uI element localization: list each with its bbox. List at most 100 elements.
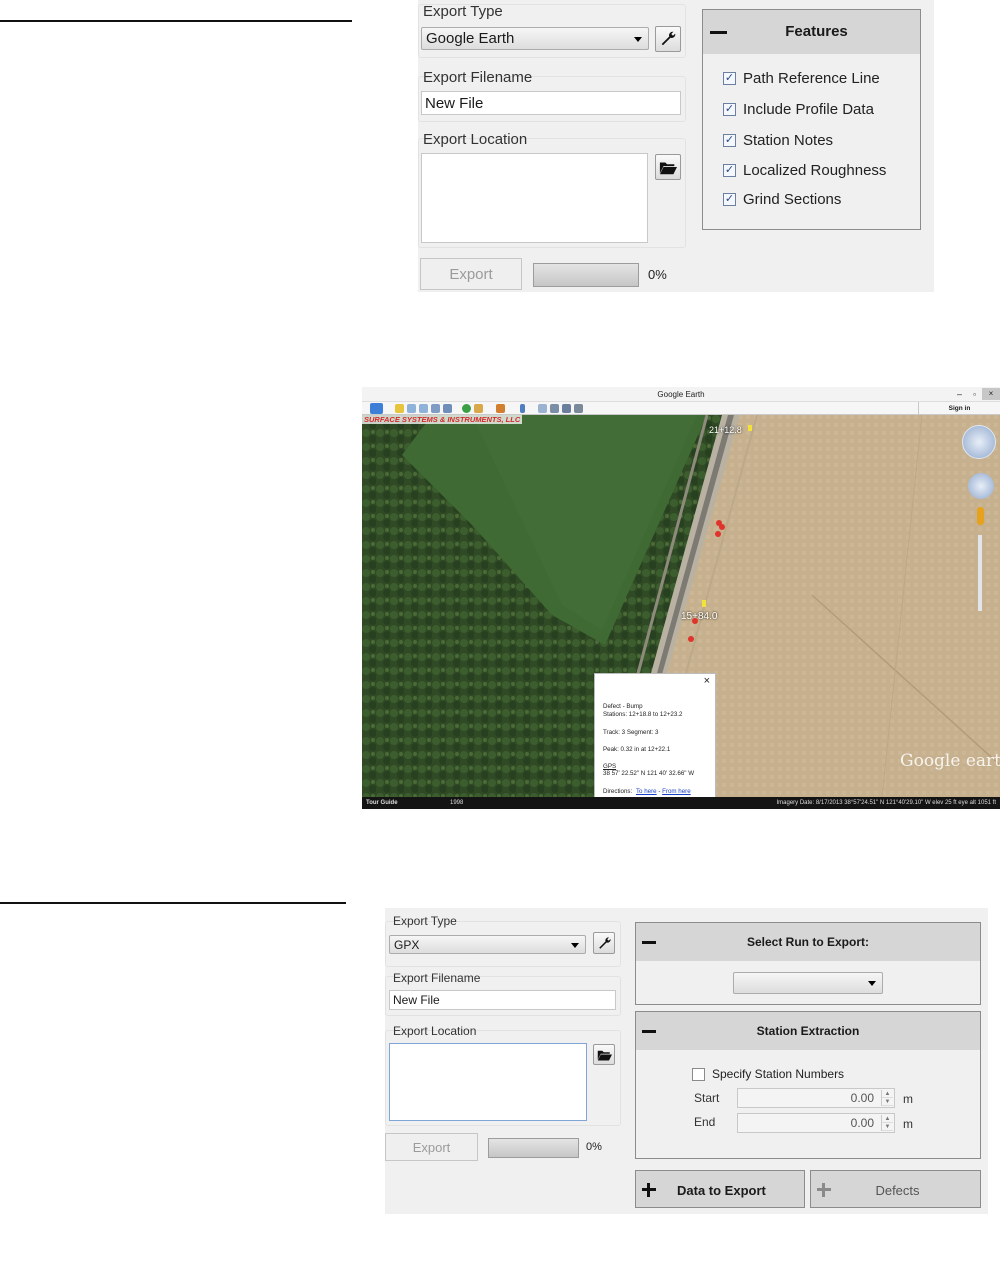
navigation-controls[interactable] (960, 421, 998, 621)
ruler-icon[interactable] (520, 404, 525, 413)
browse-folder-button[interactable] (593, 1044, 615, 1065)
end-station-value: 0.00 (850, 1116, 874, 1130)
feature-checkbox-station-notes[interactable]: ✓ Station Notes (723, 132, 833, 149)
export-type-label: Export Type (393, 914, 457, 928)
path-tool-icon[interactable] (419, 404, 428, 413)
restore-button[interactable]: ▫ (973, 387, 976, 402)
save-image-icon[interactable] (574, 404, 583, 413)
export-type-value: Google Earth (426, 30, 515, 47)
imagery-status: Imagery Date: 8/17/2013 38°57'24.51" N 1… (776, 800, 997, 806)
chevron-down-icon (634, 36, 642, 42)
settings-wrench-button[interactable] (655, 26, 681, 52)
defects-section[interactable]: Defects (810, 1170, 981, 1208)
export-panel-google-earth: Export Type Google Earth Export Filename… (418, 0, 934, 292)
google-earth-logo: Google earth (900, 751, 1000, 771)
popup-gps-coords: 38 57' 22.52" N 121 40' 32.66" W (603, 770, 695, 777)
chevron-down-icon (868, 981, 876, 986)
overlay-tool-icon[interactable] (431, 404, 440, 413)
specify-station-numbers-checkbox[interactable]: Specify Station Numbers (692, 1067, 844, 1081)
features-box: Features ✓ Path Reference Line ✓ Include P… (702, 9, 921, 230)
google-earth-statusbar: Tour Guide 1998 Imagery Date: 8/17/2013 … (362, 797, 1000, 809)
features-header[interactable]: Features (703, 10, 920, 54)
end-label: End (694, 1115, 716, 1129)
export-button[interactable]: Export (420, 258, 522, 290)
settings-wrench-button[interactable] (593, 932, 615, 954)
polygon-tool-icon[interactable] (407, 404, 416, 413)
folder-open-icon (659, 162, 677, 175)
email-icon[interactable] (538, 404, 547, 413)
station-extraction-header[interactable]: Station Extraction (636, 1012, 980, 1050)
look-joystick-icon[interactable] (968, 473, 994, 499)
export-location-label: Export Location (393, 1024, 477, 1038)
spin-down-icon[interactable]: ▼ (882, 1098, 893, 1106)
print-icon[interactable] (550, 404, 559, 413)
checkbox-icon: ✓ (723, 164, 736, 177)
export-type-select[interactable]: Google Earth (421, 27, 649, 50)
marker-pin (692, 618, 698, 624)
directions-from-here-link[interactable]: From here (662, 788, 691, 795)
specify-station-label: Specify Station Numbers (712, 1067, 845, 1081)
export-location-input[interactable] (389, 1043, 587, 1121)
select-run-box: Select Run to Export: (635, 922, 981, 1005)
feature-label: Station Notes (743, 132, 834, 149)
export-button[interactable]: Export (385, 1133, 478, 1161)
data-to-export-section[interactable]: Data to Export (635, 1170, 805, 1208)
minimize-button[interactable]: – (957, 387, 962, 402)
sidebar-toggle-icon[interactable] (370, 403, 383, 414)
export-panel-gpx: Export Type GPX Export Filename New File… (385, 908, 988, 1214)
close-window-button[interactable]: × (982, 388, 1000, 400)
start-unit: m (903, 1092, 913, 1106)
google-earth-toolbar: Sign in (362, 402, 1000, 415)
select-run-header[interactable]: Select Run to Export: (636, 923, 980, 961)
section-divider-bottom (0, 902, 346, 904)
start-station-input[interactable]: 0.00 ▲ ▼ (737, 1088, 895, 1108)
directions-to-here-link[interactable]: To here (636, 788, 657, 795)
feature-checkbox-localized-roughness[interactable]: ✓ Localized Roughness (723, 162, 886, 179)
window-title: Google Earth (657, 390, 705, 399)
spin-down-icon[interactable]: ▼ (882, 1123, 893, 1131)
record-tour-icon[interactable] (443, 404, 452, 413)
start-station-value: 0.00 (850, 1091, 874, 1105)
checkbox-icon: ✓ (723, 72, 736, 85)
export-filename-input[interactable]: New File (421, 91, 681, 115)
compass-ring-icon[interactable] (962, 425, 996, 459)
export-location-input[interactable] (421, 153, 648, 243)
sunlight-icon[interactable] (474, 404, 483, 413)
zoom-slider[interactable] (978, 535, 982, 611)
start-spinner-arrows[interactable]: ▲ ▼ (881, 1090, 893, 1106)
maps-icon[interactable] (562, 404, 571, 413)
export-type-label: Export Type (423, 3, 503, 20)
feature-checkbox-path-reference-line[interactable]: ✓ Path Reference Line (723, 70, 880, 87)
export-type-select[interactable]: GPX (389, 935, 586, 954)
historical-imagery-year[interactable]: 1998 (450, 797, 463, 809)
end-spinner-arrows[interactable]: ▲ ▼ (881, 1115, 893, 1131)
placemark-tool-icon[interactable] (395, 404, 404, 413)
popup-close-button[interactable]: × (704, 675, 710, 687)
export-progress-bar (488, 1138, 579, 1158)
spin-up-icon[interactable]: ▲ (882, 1115, 893, 1123)
sign-in-button[interactable]: Sign in (918, 402, 1000, 415)
end-station-input[interactable]: 0.00 ▲ ▼ (737, 1113, 895, 1133)
popup-directions: Directions: To here - From here (603, 788, 691, 795)
marker-pin (702, 600, 706, 607)
history-icon[interactable] (462, 404, 471, 413)
tour-guide-button[interactable]: Tour Guide (366, 797, 398, 809)
select-run-dropdown[interactable] (733, 972, 883, 994)
marker-pin (715, 531, 721, 537)
popup-gps-heading: GPS (603, 763, 617, 770)
features-title: Features (785, 23, 848, 40)
feature-checkbox-grind-sections[interactable]: ✓ Grind Sections (723, 191, 841, 208)
spin-up-icon[interactable]: ▲ (882, 1090, 893, 1098)
street-view-pegman-icon[interactable] (977, 507, 984, 525)
planets-icon[interactable] (496, 404, 505, 413)
browse-folder-button[interactable] (655, 154, 681, 180)
wrench-icon (661, 31, 676, 46)
data-to-export-label: Data to Export (677, 1183, 766, 1198)
checkbox-icon: ✓ (723, 103, 736, 116)
export-progress-percent: 0% (648, 267, 667, 282)
satellite-map-view[interactable]: SURFACE SYSTEMS & INSTRUMENTS, LLC 21+12… (362, 415, 1000, 799)
chevron-down-icon (571, 942, 579, 948)
export-filename-label: Export Filename (423, 69, 533, 86)
export-filename-input[interactable]: New File (389, 990, 616, 1010)
feature-checkbox-include-profile-data[interactable]: ✓ Include Profile Data (723, 101, 874, 118)
